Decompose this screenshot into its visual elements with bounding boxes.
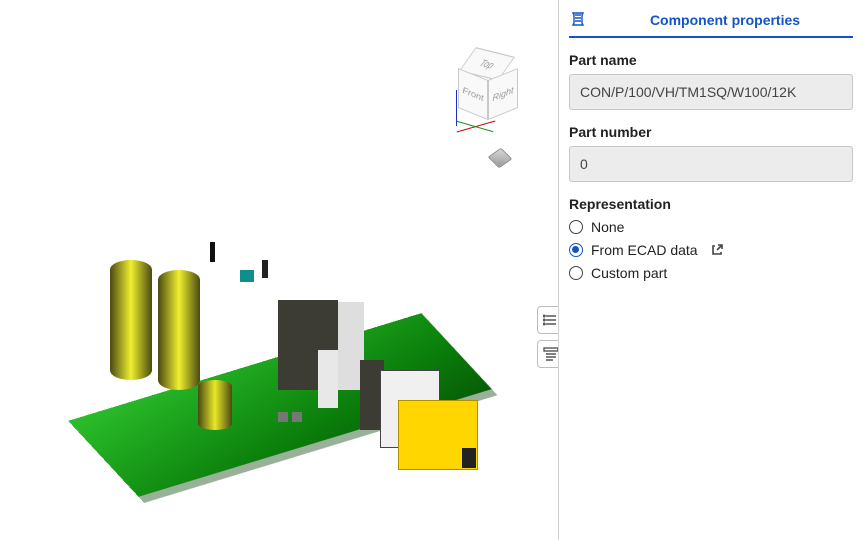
radio-icon (569, 266, 583, 280)
representation-option-custom[interactable]: Custom part (569, 265, 853, 281)
shading-toggle-icon[interactable] (488, 148, 513, 169)
component-smd[interactable] (292, 412, 302, 422)
component-smd[interactable] (262, 260, 268, 278)
part-number-label: Part number (569, 124, 853, 140)
radio-icon (569, 243, 583, 257)
part-name-field[interactable] (569, 74, 853, 110)
list-icon (543, 312, 559, 328)
component-smd[interactable] (462, 448, 476, 468)
radio-icon (569, 220, 583, 234)
panel-tab-title: Component properties (597, 12, 853, 28)
option-label: From ECAD data (591, 242, 698, 258)
details-icon (543, 346, 559, 362)
representation-option-none[interactable]: None (569, 219, 853, 235)
axis-triad (456, 114, 516, 144)
3d-viewport[interactable]: Top Front Right (0, 0, 558, 540)
view-cube[interactable]: Top Front Right (448, 52, 526, 130)
component-smd[interactable] (210, 242, 215, 262)
component-icon (569, 10, 587, 31)
part-name-label: Part name (569, 52, 853, 68)
component-smd[interactable] (240, 270, 254, 282)
panel-tab[interactable]: Component properties (569, 4, 853, 38)
component-smd[interactable] (278, 412, 288, 422)
option-label: None (591, 219, 624, 235)
representation-option-from-ecad[interactable]: From ECAD data (569, 242, 853, 258)
component-capacitor[interactable] (158, 270, 200, 390)
pcb-model[interactable] (30, 230, 530, 510)
part-number-field[interactable] (569, 146, 853, 182)
external-link-icon[interactable] (710, 243, 724, 257)
component-capacitor[interactable] (110, 260, 152, 380)
option-label: Custom part (591, 265, 667, 281)
properties-panel: Component properties Part name Part numb… (558, 0, 863, 540)
component-block[interactable] (318, 350, 338, 408)
representation-label: Representation (569, 196, 853, 212)
component-capacitor[interactable] (198, 380, 232, 430)
